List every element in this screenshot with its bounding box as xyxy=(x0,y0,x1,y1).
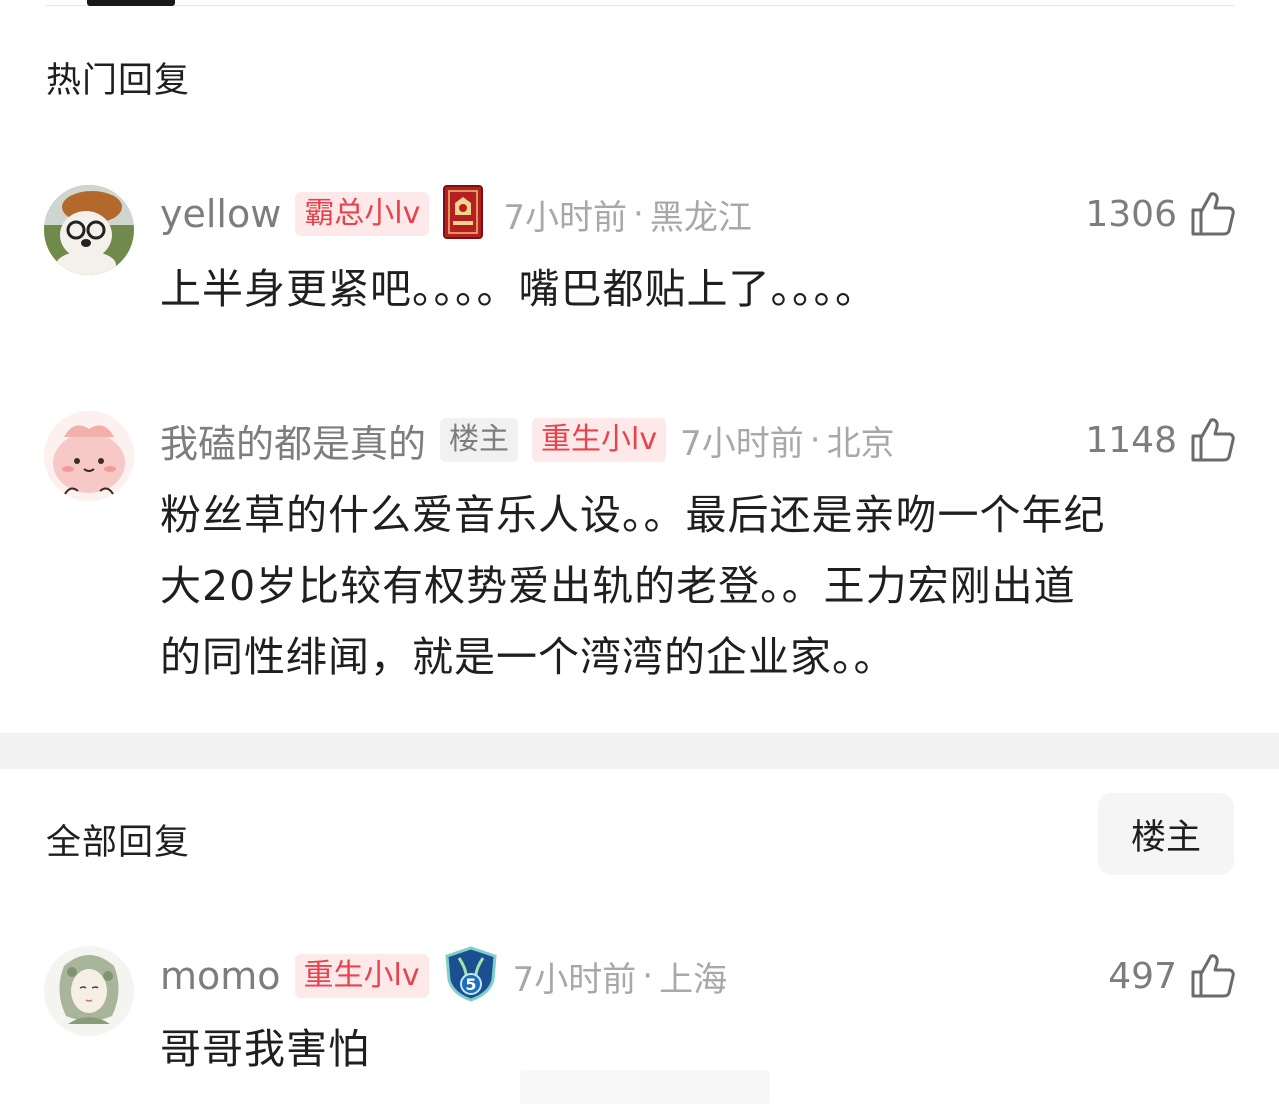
shield-level-icon[interactable]: 5 xyxy=(443,946,499,1006)
timestamp: 7小时前 xyxy=(503,197,628,238)
separator-dot: · xyxy=(633,194,644,234)
level-badge: 重生小lv xyxy=(294,954,429,998)
separator-dot: · xyxy=(642,956,654,996)
illustrated-girl-avatar-icon xyxy=(44,946,134,1036)
level-badge: 重生小lv xyxy=(532,418,667,462)
timestamp: 7小时前 xyxy=(680,423,804,464)
op-badge: 楼主 xyxy=(440,418,519,462)
all-replies-title: 全部回复 xyxy=(46,823,191,863)
active-tab-indicator xyxy=(87,0,175,6)
op-filter-button[interactable]: 楼主 xyxy=(1098,793,1234,875)
like-count: 1148 xyxy=(1085,419,1177,461)
avatar[interactable] xyxy=(44,411,134,501)
timestamp: 7小时前 xyxy=(512,959,637,1000)
medal-level-number: 5 xyxy=(465,975,476,994)
level-badge: 霸总小lv xyxy=(295,192,430,236)
comment-content: 粉丝草的什么爱音乐人设。。最后还是亲吻一个年纪 大20岁比较有权势爱出轨的老登。… xyxy=(160,480,1106,693)
like-button[interactable]: 497 xyxy=(1108,948,1235,1004)
thumbs-up-icon xyxy=(1191,192,1235,236)
location: 黑龙江 xyxy=(649,197,752,238)
content-line: 的同性绯闻，就是一个湾湾的企业家。。 xyxy=(160,633,896,681)
like-count: 497 xyxy=(1108,955,1177,997)
like-button[interactable]: 1148 xyxy=(1085,412,1235,468)
location: 上海 xyxy=(659,959,728,1000)
like-count: 1306 xyxy=(1085,193,1177,235)
content-line: 粉丝草的什么爱音乐人设。。最后还是亲吻一个年纪 xyxy=(160,491,1106,539)
username[interactable]: 我磕的都是真的 xyxy=(160,413,426,468)
comment-content: 上半身更紧吧。。。。嘴巴都贴上了。。。。 xyxy=(160,265,877,313)
separator-dot: · xyxy=(809,420,821,460)
thumbs-up-icon xyxy=(1191,954,1235,998)
faded-overlay xyxy=(520,1070,770,1104)
red-card-medal-icon[interactable] xyxy=(443,185,484,243)
avatar[interactable] xyxy=(44,185,134,275)
top-divider xyxy=(46,5,1234,6)
content-line: 大20岁比较有权势爱出轨的老登。。王力宏刚出道 xyxy=(160,562,1076,610)
username[interactable]: momo xyxy=(160,954,281,998)
thumbs-up-icon xyxy=(1191,418,1235,462)
hot-replies-title: 热门回复 xyxy=(46,61,191,101)
section-divider xyxy=(0,733,1279,769)
dog-avatar-icon xyxy=(44,185,134,275)
location: 北京 xyxy=(826,423,895,464)
comment-content: 哥哥我害怕 xyxy=(160,1025,370,1073)
username[interactable]: yellow xyxy=(160,192,281,236)
like-button[interactable]: 1306 xyxy=(1085,186,1235,242)
avatar[interactable] xyxy=(44,946,134,1036)
pink-character-avatar-icon xyxy=(44,411,134,501)
